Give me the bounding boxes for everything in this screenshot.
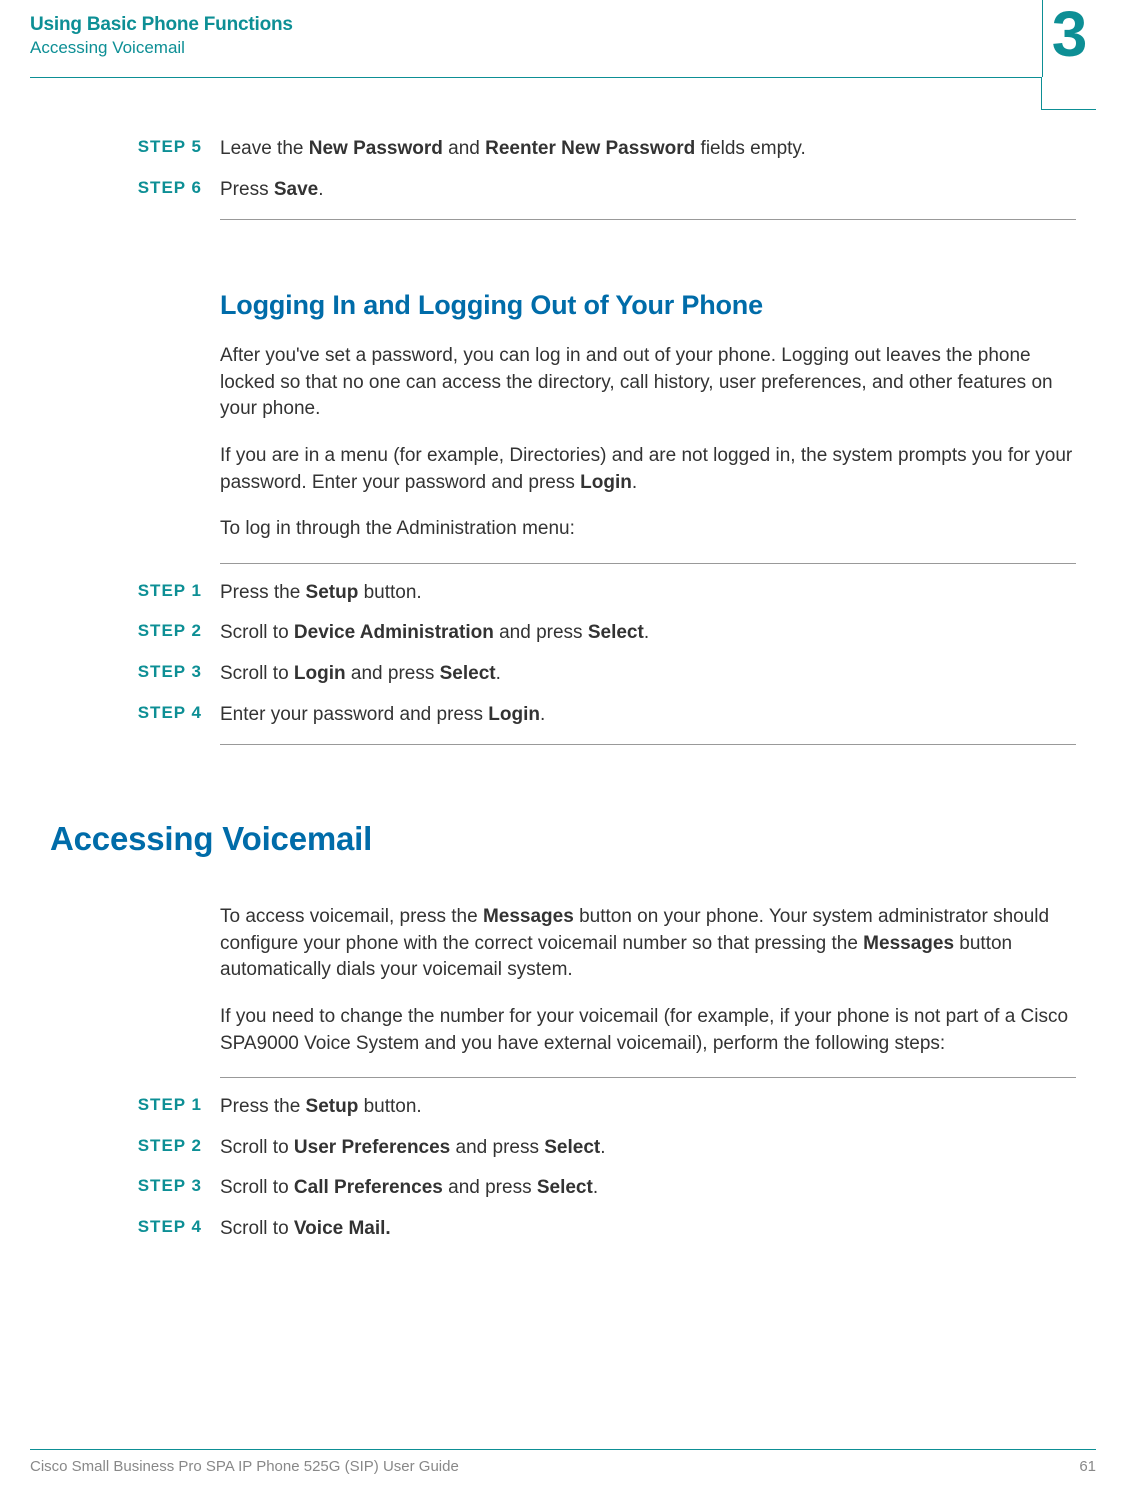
step-label: STEP 4 [50,702,220,723]
body-text: If you are in a menu (for example, Direc… [220,443,1076,496]
step-row: STEP 4 Enter your password and press Log… [50,702,1076,729]
chapter-number: 3 [1052,2,1088,66]
header-rule [30,77,1042,78]
step-body: Press the Setup button. [220,1094,1076,1121]
section-heading-h1: Accessing Voicemail [50,820,1076,858]
step-label: STEP 6 [50,177,220,198]
chapter-number-box: 3 [1042,0,1096,77]
step-label: STEP 4 [50,1216,220,1237]
step-body: Scroll to Device Administration and pres… [220,620,1076,647]
step-body: Scroll to Login and press Select. [220,661,1076,688]
step-row: STEP 3 Scroll to Call Preferences and pr… [50,1175,1076,1202]
header-title: Using Basic Phone Functions [30,14,1096,36]
body-text: After you've set a password, you can log… [220,343,1076,423]
step-body: Enter your password and press Login. [220,702,1076,729]
page-content: STEP 5 Leave the New Password and Reente… [0,86,1126,1242]
step-row: STEP 3 Scroll to Login and press Select. [50,661,1076,688]
step-row: STEP 6 Press Save. [50,177,1076,204]
step-label: STEP 5 [50,136,220,157]
page-footer: Cisco Small Business Pro SPA IP Phone 52… [30,1449,1096,1475]
body-text: If you need to change the number for you… [220,1004,1076,1057]
step-label: STEP 3 [50,661,220,682]
step-row: STEP 2 Scroll to Device Administration a… [50,620,1076,647]
step-label: STEP 3 [50,1175,220,1196]
section-heading: Logging In and Logging Out of Your Phone [220,290,1076,321]
page-number: 61 [1079,1458,1096,1475]
step-body: Press the Setup button. [220,580,1076,607]
step-label: STEP 2 [50,1135,220,1156]
step-label: STEP 1 [50,580,220,601]
header-rule-tail [1042,109,1096,110]
step-row: STEP 2 Scroll to User Preferences and pr… [50,1135,1076,1162]
body-block: To access voicemail, press the Messages … [220,904,1076,1057]
step-body: Scroll to User Preferences and press Sel… [220,1135,1076,1162]
step-body: Scroll to Call Preferences and press Sel… [220,1175,1076,1202]
step-body: Scroll to Voice Mail. [220,1216,1076,1243]
step-body: Leave the New Password and Reenter New P… [220,136,1076,163]
step-row: STEP 5 Leave the New Password and Reente… [50,136,1076,163]
footer-title: Cisco Small Business Pro SPA IP Phone 52… [30,1458,459,1475]
section-logging-in: Logging In and Logging Out of Your Phone… [220,290,1076,543]
body-text: To access voicemail, press the Messages … [220,904,1076,984]
step-row: STEP 1 Press the Setup button. [50,1094,1076,1121]
header-rule-vert [1041,77,1042,110]
body-text: To log in through the Administration men… [220,516,1076,543]
step-row: STEP 1 Press the Setup button. [50,580,1076,607]
section-rule [220,744,1076,745]
header-subtitle: Accessing Voicemail [30,38,1096,58]
step-row: STEP 4 Scroll to Voice Mail. [50,1216,1076,1243]
section-rule [220,219,1076,220]
step-label: STEP 1 [50,1094,220,1115]
step-body: Press Save. [220,177,1076,204]
page-header: Using Basic Phone Functions Accessing Vo… [0,0,1126,86]
section-accessing-voicemail: Accessing Voicemail [50,820,1076,858]
step-label: STEP 2 [50,620,220,641]
